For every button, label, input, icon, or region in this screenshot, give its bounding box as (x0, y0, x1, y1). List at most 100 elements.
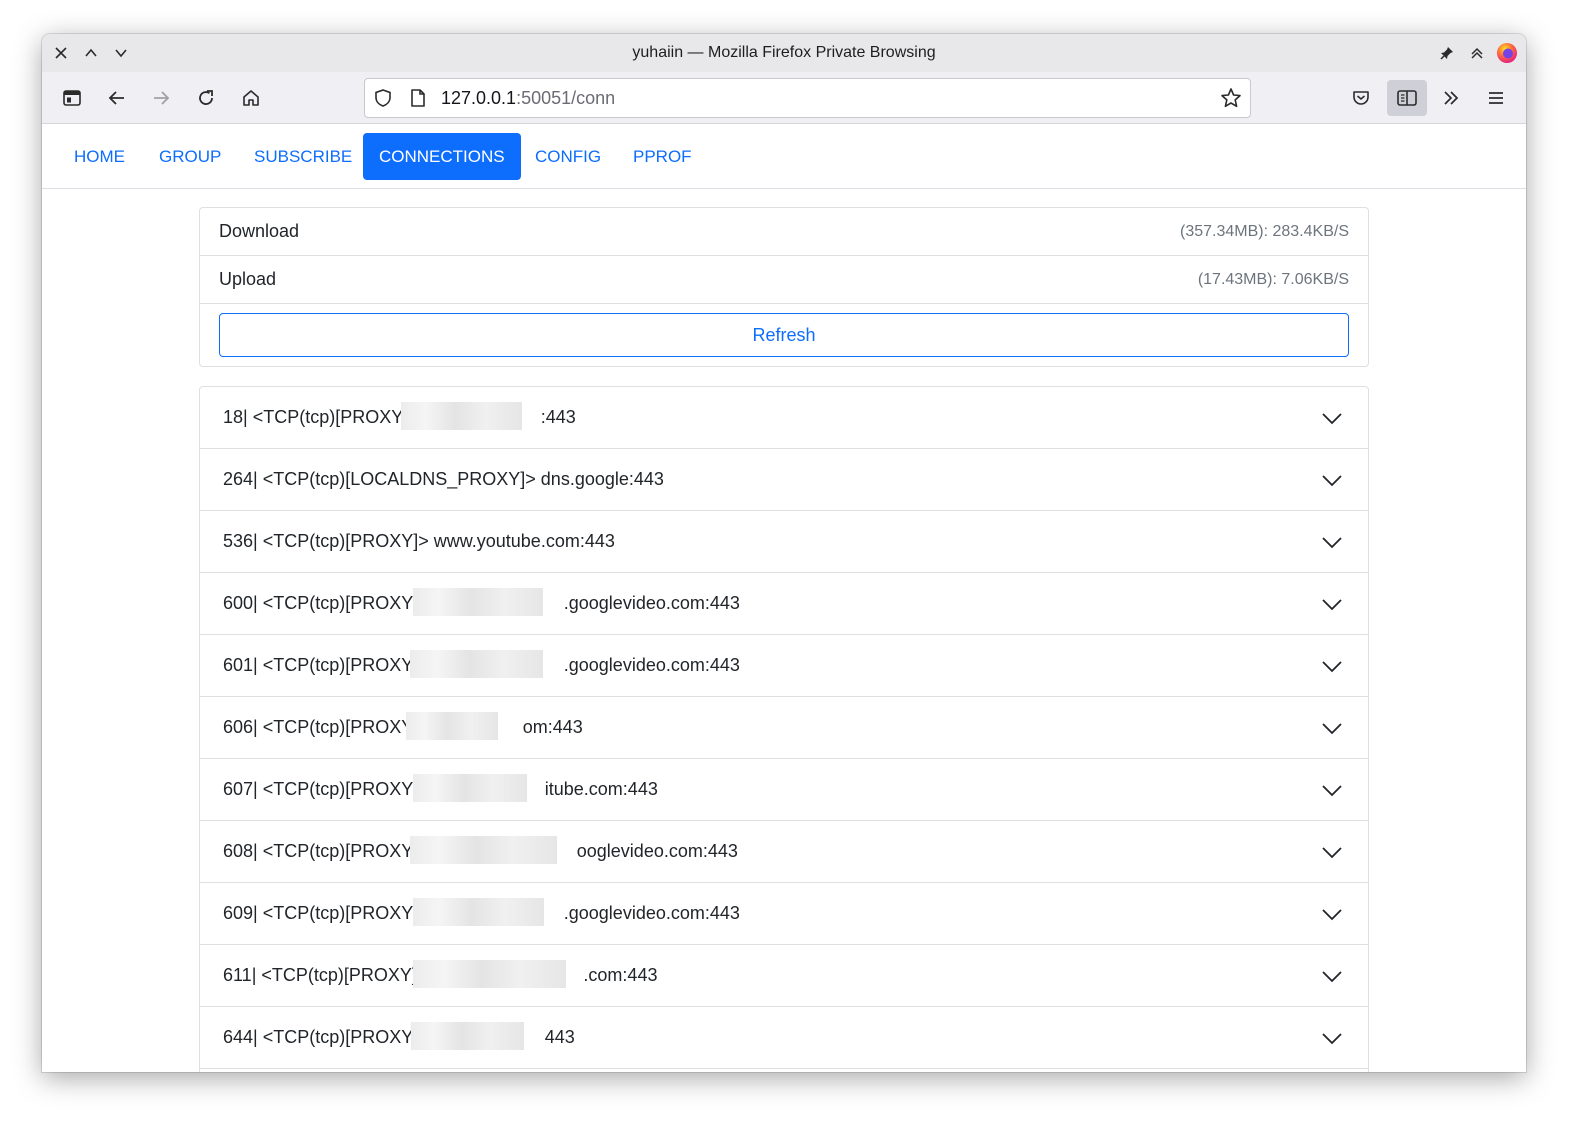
chevron-down-icon[interactable] (1320, 840, 1344, 864)
connection-text: 264| <TCP(tcp)[LOCALDNS_PROXY]> dns.goog… (223, 469, 664, 490)
chevron-down-icon[interactable] (1320, 1026, 1344, 1050)
url-text[interactable]: 127.0.0.1:50051/conn (441, 88, 615, 109)
tab-home[interactable]: HOME (58, 133, 141, 180)
connection-suffix: .googlevideo.com:443 (563, 655, 740, 675)
connection-prefix: 536| <TCP(tcp)[PROXY]> www.youtube.com:4… (223, 531, 615, 551)
redacted-host (410, 650, 543, 678)
connection-prefix: 644| <TCP(tcp)[PROXY]> (223, 1027, 429, 1047)
chevron-down-icon[interactable] (1320, 654, 1344, 678)
sidebar-button[interactable] (54, 80, 90, 116)
connection-row[interactable]: 600| <TCP(tcp)[PROXY]> .googlevideo.com:4… (200, 573, 1368, 635)
redacted-host (413, 960, 566, 988)
connection-row[interactable]: 611| <TCP(tcp)[PROXY]> .com:443 (200, 945, 1368, 1007)
upload-value: (17.43MB): 7.06KB/S (1197, 270, 1349, 288)
upload-label: Upload (219, 269, 277, 289)
connections-list: 18| <TCP(tcp)[PROXY]>:443 264| <TCP(tcp)… (199, 386, 1369, 1072)
shield-icon[interactable] (373, 88, 393, 108)
connection-row[interactable]: 606| <TCP(tcp)[PROXY]> om:443 (200, 697, 1368, 759)
page-icon[interactable] (409, 88, 427, 108)
reload-icon (199, 90, 213, 105)
tab-connections[interactable]: CONNECTIONS (363, 133, 521, 180)
chevron-up-icon (85, 48, 97, 57)
pin-icon (1440, 47, 1453, 60)
connection-text: 536| <TCP(tcp)[PROXY]> www.youtube.com:4… (223, 531, 615, 552)
back-button[interactable] (99, 80, 135, 116)
connection-prefix: 611| <TCP(tcp)[PROXY]> (223, 965, 428, 985)
bookmark-star-icon[interactable] (1220, 87, 1242, 109)
browser-toolbar: 127.0.0.1:50051/conn (42, 72, 1526, 124)
url-host: 127.0.0.1 (441, 88, 517, 108)
connection-suffix: .googlevideo.com:443 (563, 903, 740, 923)
tab-group[interactable]: GROUP (143, 133, 237, 180)
minimize-window-button[interactable] (110, 42, 132, 64)
connection-row[interactable]: 644| <TCP(tcp)[PROXY]> 443 (200, 1007, 1368, 1069)
keep-above-button[interactable] (1466, 42, 1488, 64)
chevron-down-icon[interactable] (1320, 778, 1344, 802)
connection-prefix: 18| <TCP(tcp)[PROXY]> (223, 407, 419, 427)
connection-text: 18| <TCP(tcp)[PROXY]>:443 (223, 407, 576, 428)
firefox-logo (1496, 42, 1518, 64)
arrow-left-icon (108, 91, 124, 105)
connection-row[interactable]: 536| <TCP(tcp)[PROXY]> www.youtube.com:4… (200, 511, 1368, 573)
redacted-host (413, 774, 527, 802)
connection-row[interactable]: 18| <TCP(tcp)[PROXY]>:443 (200, 387, 1368, 449)
title-bar: yuhaiin — Mozilla Firefox Private Browsi… (42, 34, 1526, 72)
connection-row[interactable]: 608| <TCP(tcp)[PROXY]> ooglevideo.com:443 (200, 821, 1368, 883)
double-chevron-right-icon (1444, 91, 1459, 105)
redacted-host (410, 836, 557, 864)
connection-row[interactable]: 607| <TCP(tcp)[PROXY]> itube.com:443 (200, 759, 1368, 821)
tab-config[interactable]: CONFIG (519, 133, 617, 180)
pocket-button[interactable] (1343, 80, 1379, 116)
connection-prefix: 608| <TCP(tcp)[PROXY]> (223, 841, 429, 861)
redacted-host (413, 588, 543, 616)
chevron-down-icon[interactable] (1320, 716, 1344, 740)
app-nav: HOME GROUP SUBSCRIBE CONNECTIONS CONFIG … (42, 124, 1526, 189)
connection-prefix: 264| <TCP(tcp)[LOCALDNS_PROXY]> dns.goog… (223, 469, 664, 489)
firefox-icon (1497, 43, 1517, 63)
chevron-down-icon[interactable] (1320, 592, 1344, 616)
chevron-down-icon[interactable] (1320, 902, 1344, 926)
chevron-down-icon[interactable] (1320, 406, 1344, 430)
home-icon (243, 90, 259, 106)
sidebar-icon (63, 90, 81, 106)
tab-subscribe[interactable]: SUBSCRIBE (238, 133, 368, 180)
reader-view-button[interactable] (1387, 80, 1427, 116)
forward-button[interactable] (143, 80, 179, 116)
overflow-button[interactable] (1433, 80, 1469, 116)
connection-text: 606| <TCP(tcp)[PROXY]> om:443 (223, 717, 583, 738)
connection-prefix: 601| <TCP(tcp)[PROXY]> (223, 655, 429, 675)
home-button[interactable] (233, 80, 269, 116)
window-title: yuhaiin — Mozilla Firefox Private Browsi… (632, 44, 936, 61)
upload-row: Upload (17.43MB): 7.06KB/S (200, 256, 1368, 304)
double-chevron-up-icon (1471, 47, 1483, 59)
download-row: Download (357.34MB): 283.4KB/S (200, 208, 1368, 256)
menu-button[interactable] (1478, 80, 1514, 116)
redacted-host (406, 712, 498, 740)
hamburger-menu-icon (1489, 92, 1503, 104)
connection-suffix: om:443 (522, 717, 583, 737)
tab-pprof[interactable]: PPROF (617, 133, 708, 180)
close-window-button[interactable] (50, 42, 72, 64)
download-value: (357.34MB): 283.4KB/S (1180, 222, 1349, 240)
connection-row[interactable]: 601| <TCP(tcp)[PROXY]> .googlevideo.com:4… (200, 635, 1368, 697)
chevron-down-icon[interactable] (1320, 964, 1344, 988)
connection-row[interactable]: 264| <TCP(tcp)[LOCALDNS_PROXY]> dns.goog… (200, 449, 1368, 511)
connection-prefix: 600| <TCP(tcp)[PROXY]> (223, 593, 429, 613)
connection-prefix: 609| <TCP(tcp)[PROXY]> (223, 903, 429, 923)
redacted-host (401, 402, 522, 430)
connection-suffix: .googlevideo.com:443 (563, 593, 740, 613)
connection-suffix: itube.com:443 (544, 779, 658, 799)
chevron-down-icon[interactable] (1320, 468, 1344, 492)
redacted-host (411, 1022, 524, 1050)
chevron-down-icon[interactable] (1320, 530, 1344, 554)
url-path: :50051/conn (516, 88, 616, 108)
refresh-button[interactable]: Refresh (219, 313, 1349, 357)
pin-button[interactable] (1436, 42, 1458, 64)
url-bar[interactable]: 127.0.0.1:50051/conn (364, 78, 1251, 118)
maximize-window-button[interactable] (80, 42, 102, 64)
pocket-icon (1353, 91, 1369, 105)
connection-prefix: 607| <TCP(tcp)[PROXY]> (223, 779, 429, 799)
reload-button[interactable] (188, 80, 224, 116)
connection-suffix: .com:443 (583, 965, 658, 985)
connection-row[interactable]: 609| <TCP(tcp)[PROXY]> .googlevideo.com:4… (200, 883, 1368, 945)
